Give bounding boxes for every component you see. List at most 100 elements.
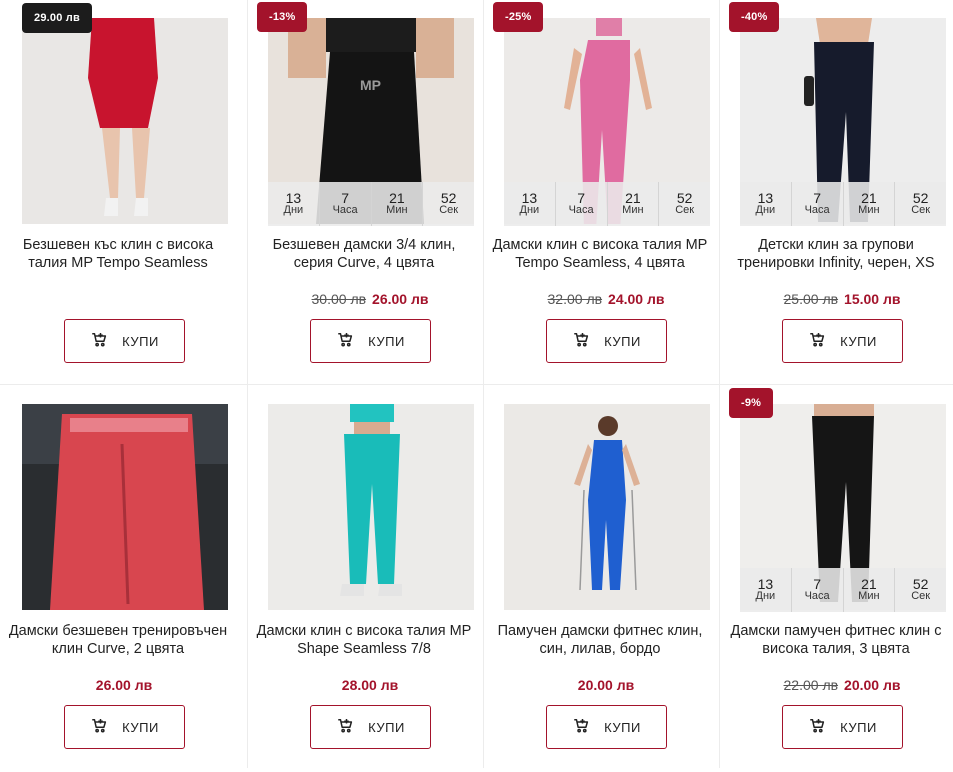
- discount-badge: -25%: [493, 2, 544, 32]
- offer-countdown: 13 Дни 7 Часа 21 Мин 52 Сек: [268, 182, 474, 226]
- product-card: MP -13% 13 Дни 7 Часа 21 Мин 52 Сек Безшевен…: [246, 0, 482, 386]
- add-to-cart-icon: [336, 716, 354, 739]
- product-title[interactable]: Дамски безшевен тренировъчен клин Curve,…: [8, 622, 228, 658]
- buy-button[interactable]: КУПИ: [310, 319, 431, 363]
- product-price: 30.00 лв 26.00 лв: [246, 291, 494, 307]
- countdown-secs-label: Сек: [675, 204, 695, 216]
- countdown-mins: 21 Мин: [372, 182, 424, 226]
- product-price: 25.00 лв 15.00 лв: [718, 291, 953, 307]
- product-card: -9% 13 Дни 7 Часа 21 Мин 52 Сек Дамски памуч…: [718, 386, 953, 772]
- add-to-cart-icon: [90, 716, 108, 739]
- countdown-secs: 52 Сек: [895, 568, 946, 612]
- buy-button[interactable]: КУПИ: [64, 705, 185, 749]
- buy-button-label: КУПИ: [604, 719, 641, 735]
- product-price: 26.00 лв: [0, 677, 248, 693]
- product-price: 28.00 лв: [246, 677, 494, 693]
- buy-button-label: КУПИ: [122, 333, 159, 349]
- product-card: -25% 13 Дни 7 Часа 21 Мин 52 Сек Дамски клин…: [482, 0, 718, 386]
- buy-button-label: КУПИ: [122, 719, 159, 735]
- add-to-cart-icon: [808, 330, 826, 353]
- buy-button[interactable]: КУПИ: [64, 319, 185, 363]
- countdown-mins-label: Мин: [386, 204, 408, 216]
- product-card: -40% 13 Дни 7 Часа 21 Мин 52 Сек Детски клин…: [718, 0, 953, 386]
- product-price: 32.00 лв 24.00 лв: [482, 291, 730, 307]
- countdown-secs-label: Сек: [911, 590, 931, 602]
- product-card: Дамски клин с висока талия MP Shape Seam…: [246, 386, 482, 772]
- countdown-mins: 21 Мин: [608, 182, 660, 226]
- buy-button-label: КУПИ: [840, 719, 877, 735]
- current-price: 15.00 лв: [844, 291, 901, 307]
- countdown-secs-label: Сек: [911, 204, 931, 216]
- countdown-hours-label: Часа: [804, 204, 830, 216]
- countdown-days-label: Дни: [519, 204, 540, 216]
- buy-button[interactable]: КУПИ: [782, 705, 903, 749]
- current-price: 26.00 лв: [95, 677, 153, 693]
- add-to-cart-icon: [572, 716, 590, 739]
- countdown-mins: 21 Мин: [844, 568, 896, 612]
- product-title[interactable]: Безшевен къс клин с висока талия MP Temp…: [8, 236, 228, 272]
- product-title[interactable]: Детски клин за групови тренировки Infini…: [726, 236, 946, 272]
- discount-badge: -40%: [729, 2, 780, 32]
- product-price: 22.00 лв 20.00 лв: [718, 677, 953, 693]
- buy-button[interactable]: КУПИ: [310, 705, 431, 749]
- product-card: Дамски безшевен тренировъчен клин Curve,…: [0, 386, 236, 772]
- product-title[interactable]: Дамски клин с висока талия MP Tempo Seam…: [490, 236, 710, 272]
- current-price: 26.00 лв: [372, 291, 429, 307]
- offer-countdown: 13 Дни 7 Часа 21 Мин 52 Сек: [504, 182, 710, 226]
- buy-button-label: КУПИ: [368, 333, 405, 349]
- buy-button[interactable]: КУПИ: [782, 319, 903, 363]
- countdown-mins-label: Мин: [622, 204, 644, 216]
- countdown-secs: 52 Сек: [895, 182, 946, 226]
- add-to-cart-icon: [336, 330, 354, 353]
- old-price: 32.00 лв: [547, 291, 603, 307]
- product-image[interactable]: [268, 404, 474, 610]
- discount-badge: -9%: [729, 388, 774, 418]
- new-badge: 29.00 лв: [22, 3, 92, 33]
- current-price: 20.00 лв: [577, 677, 635, 693]
- current-price: 24.00 лв: [608, 291, 665, 307]
- countdown-mins-label: Мин: [858, 590, 880, 602]
- countdown-days: 13 Дни: [740, 568, 792, 612]
- product-title[interactable]: Памучен дамски фитнес клин, син, лилав, …: [490, 622, 710, 658]
- countdown-secs: 52 Сек: [659, 182, 710, 226]
- add-to-cart-icon: [572, 330, 590, 353]
- svg-text:MP: MP: [360, 77, 381, 93]
- offer-countdown: 13 Дни 7 Часа 21 Мин 52 Сек: [740, 182, 946, 226]
- product-price: 20.00 лв: [482, 677, 730, 693]
- buy-button[interactable]: КУПИ: [546, 319, 667, 363]
- discount-badge: -13%: [257, 2, 308, 32]
- buy-button-label: КУПИ: [368, 719, 405, 735]
- countdown-mins: 21 Мин: [844, 182, 896, 226]
- add-to-cart-icon: [90, 330, 108, 353]
- product-image[interactable]: [22, 18, 228, 224]
- product-title[interactable]: Безшевен дамски 3/4 клин, серия Curve, 4…: [254, 236, 474, 272]
- current-price: 28.00 лв: [341, 677, 399, 693]
- buy-button-label: КУПИ: [840, 333, 877, 349]
- countdown-days-label: Дни: [283, 204, 304, 216]
- countdown-days: 13 Дни: [268, 182, 320, 226]
- offer-countdown: 13 Дни 7 Часа 21 Мин 52 Сек: [740, 568, 946, 612]
- countdown-hours: 7 Часа: [792, 182, 844, 226]
- countdown-days: 13 Дни: [504, 182, 556, 226]
- buy-button-label: КУПИ: [604, 333, 641, 349]
- old-price: 30.00 лв: [311, 291, 367, 307]
- countdown-hours: 7 Часа: [792, 568, 844, 612]
- buy-button[interactable]: КУПИ: [546, 705, 667, 749]
- countdown-days-label: Дни: [755, 590, 776, 602]
- countdown-days: 13 Дни: [740, 182, 792, 226]
- countdown-hours: 7 Часа: [556, 182, 608, 226]
- countdown-secs: 52 Сек: [423, 182, 474, 226]
- product-image[interactable]: [22, 404, 228, 610]
- countdown-mins-label: Мин: [858, 204, 880, 216]
- product-title[interactable]: Дамски памучен фитнес клин с висока тали…: [726, 622, 946, 658]
- old-price: 22.00 лв: [783, 677, 839, 693]
- countdown-hours-label: Часа: [332, 204, 358, 216]
- product-grid: 29.00 лв Безшевен къс клин с висока тали…: [0, 0, 953, 768]
- countdown-hours-label: Часа: [568, 204, 594, 216]
- product-card: 29.00 лв Безшевен къс клин с висока тали…: [0, 0, 236, 386]
- countdown-secs-label: Сек: [439, 204, 459, 216]
- countdown-hours: 7 Часа: [320, 182, 372, 226]
- countdown-days-label: Дни: [755, 204, 776, 216]
- product-title[interactable]: Дамски клин с висока талия MP Shape Seam…: [254, 622, 474, 658]
- product-image[interactable]: [504, 404, 710, 610]
